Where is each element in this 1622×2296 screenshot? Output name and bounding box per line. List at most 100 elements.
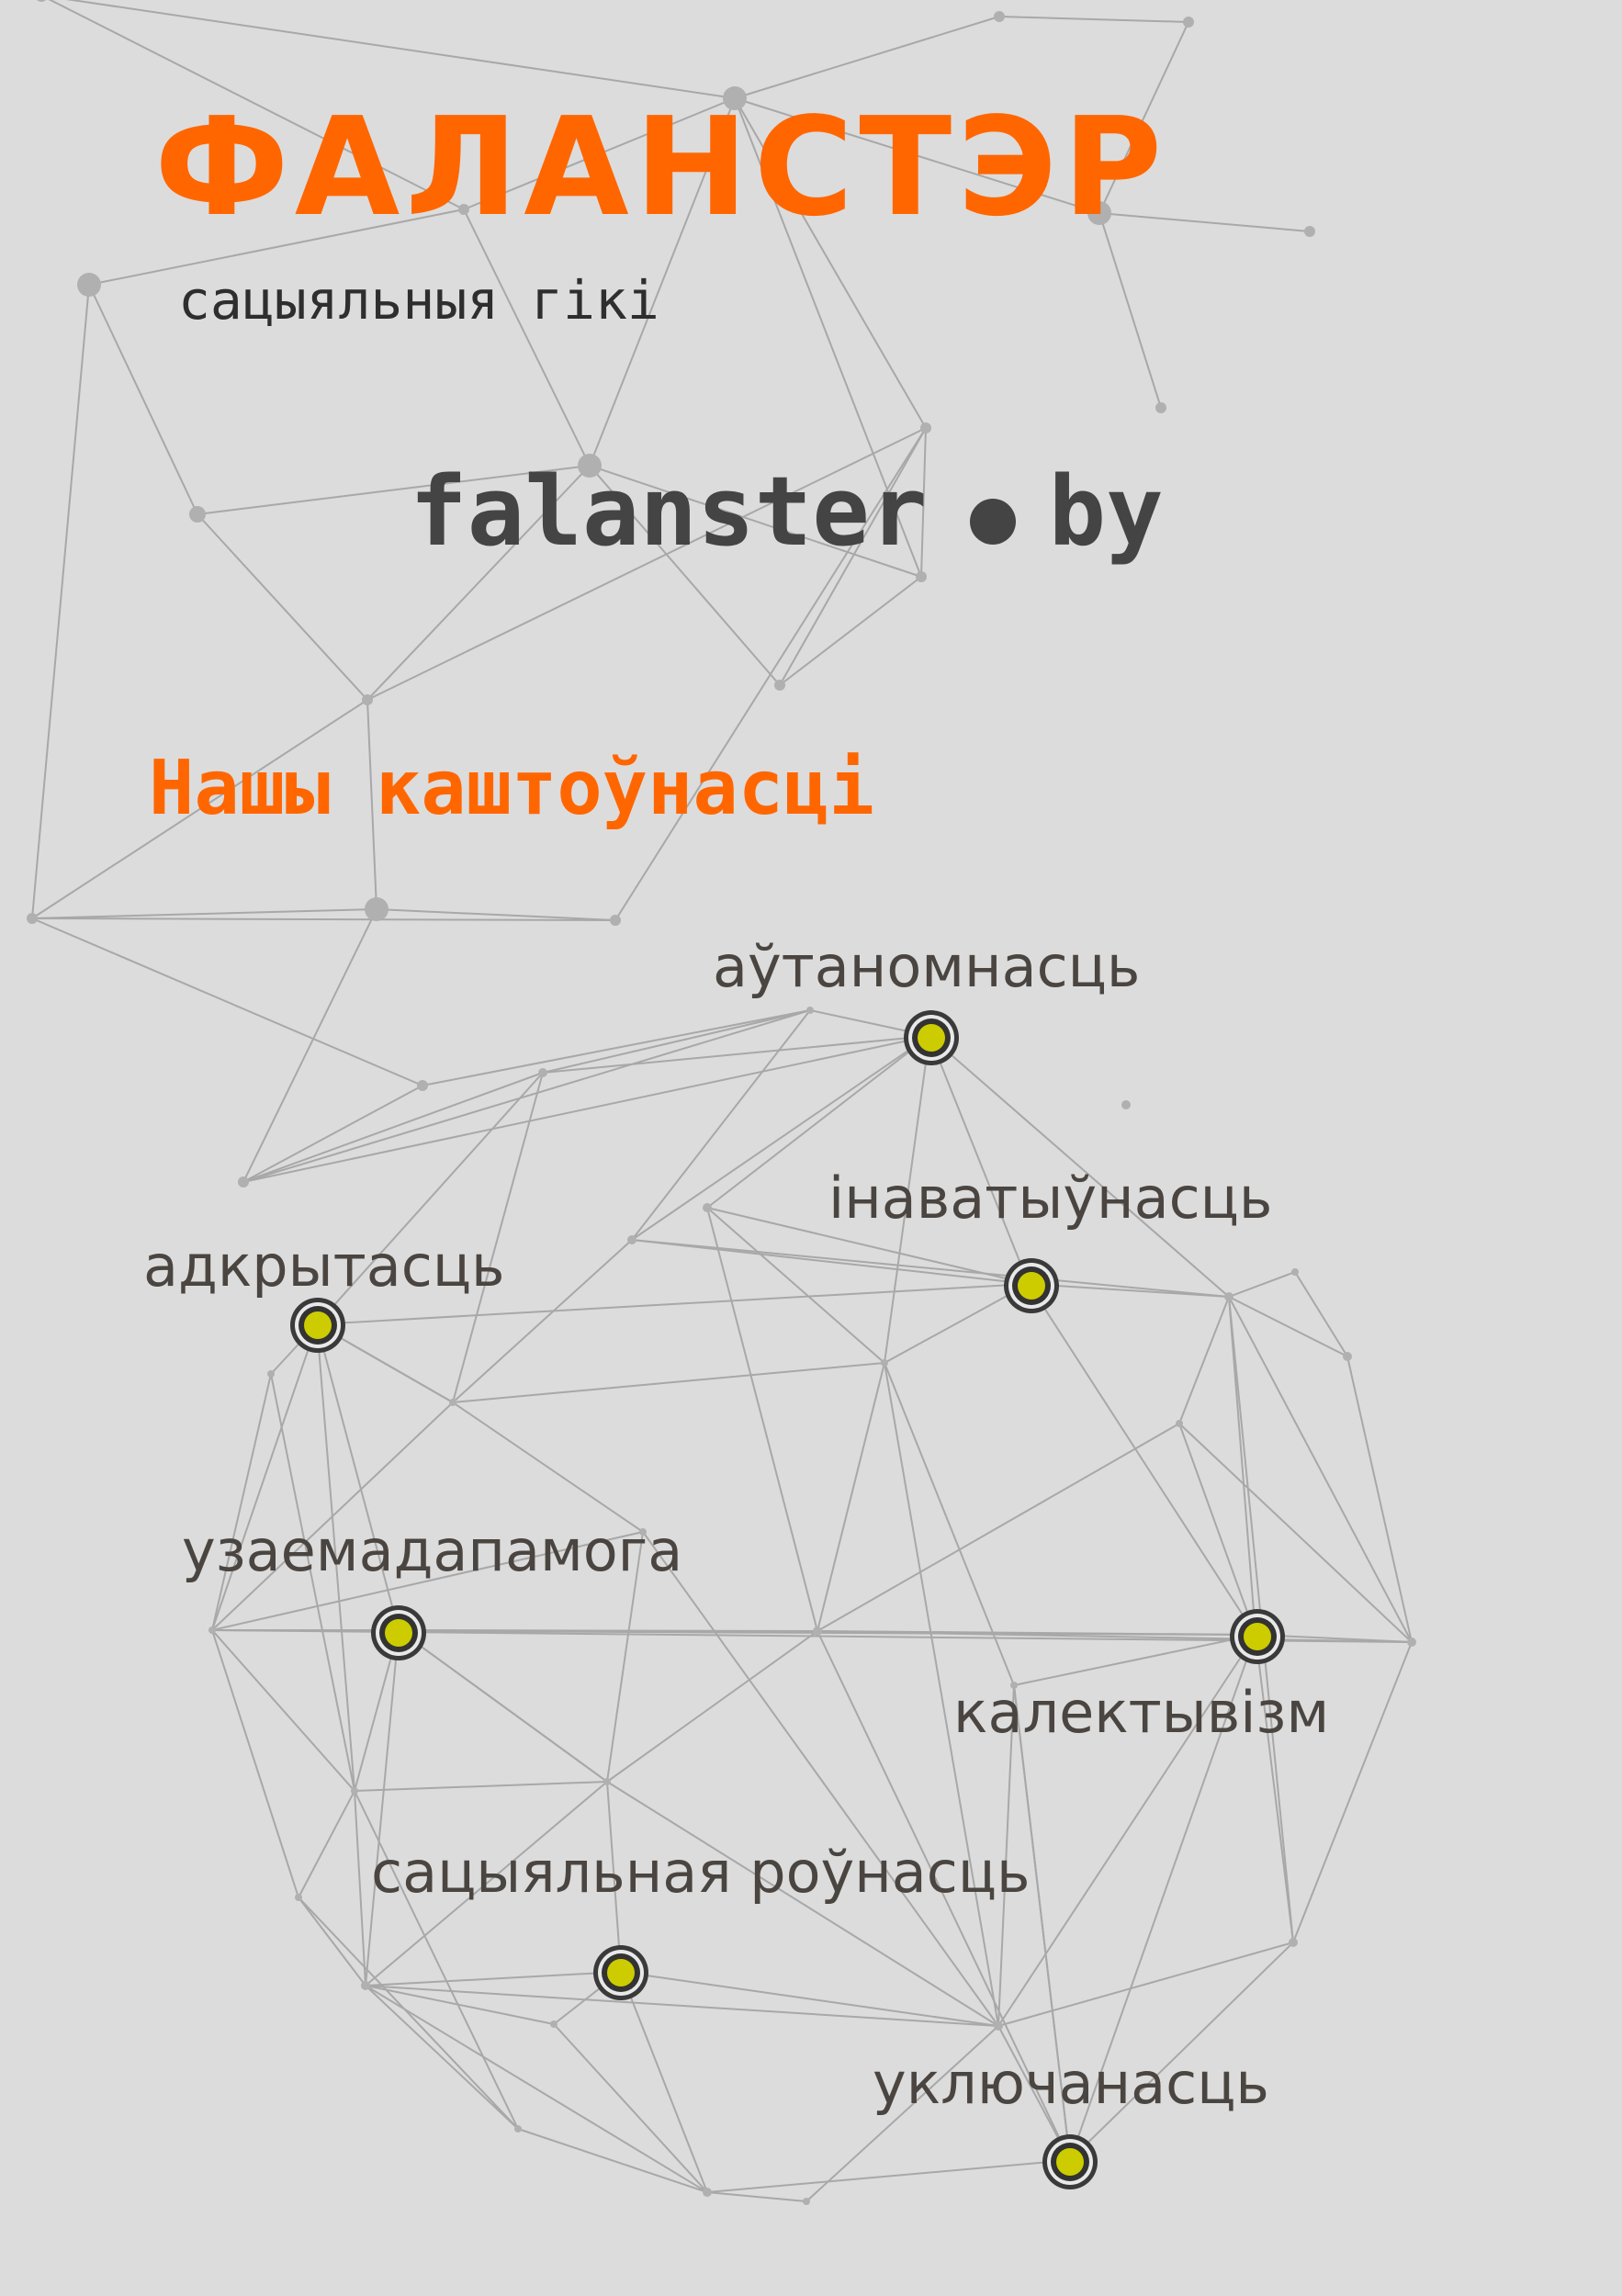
- graph-edge: [242, 1085, 423, 1183]
- graph-edge: [354, 1781, 608, 1792]
- values-heading: Нашы каштоўнасці: [149, 745, 874, 832]
- graph-edge: [398, 1629, 608, 1783]
- graph-edge: [31, 284, 90, 919]
- graph-edge: [298, 1896, 519, 2130]
- graph-edge: [817, 1423, 1180, 1632]
- graph-edge: [997, 1941, 1294, 2027]
- graph-node: [806, 1007, 814, 1014]
- graph-node: [238, 1176, 249, 1187]
- value-node: [1230, 1609, 1285, 1664]
- graph-edge: [398, 1629, 818, 1632]
- graph-node: [27, 913, 38, 924]
- graph-node: [774, 680, 785, 691]
- value-node: [904, 1010, 959, 1065]
- graph-edge: [620, 1971, 999, 2027]
- graph-edge: [31, 917, 616, 921]
- graph-node: [295, 1894, 302, 1901]
- graph-edge: [929, 1035, 1030, 1285]
- graph-edge: [706, 2159, 1071, 2193]
- graph-node: [514, 2125, 522, 2133]
- graph-edge: [298, 1896, 366, 1986]
- graph-edge: [211, 1373, 272, 1631]
- graph-edge: [1178, 1423, 1413, 1643]
- graph-edge: [463, 208, 591, 467]
- graph-edge: [242, 1009, 811, 1183]
- graph-edge: [1028, 1283, 1256, 1636]
- brand-title: ФАЛАНСТЭР: [154, 88, 1168, 246]
- graph-node: [37, 0, 46, 2]
- graph-node: [703, 1203, 712, 1212]
- graph-node: [1121, 1100, 1131, 1109]
- value-node: [290, 1298, 345, 1353]
- graph-node: [1291, 1268, 1299, 1276]
- graph-edge: [998, 16, 1189, 23]
- graph-edge: [631, 1239, 1030, 1285]
- graph-node: [603, 1778, 611, 1785]
- value-label-mutual-aid: узаемадапамога: [182, 1517, 683, 1584]
- graph-edge: [376, 908, 616, 921]
- value-node: [371, 1605, 426, 1660]
- graph-node: [189, 506, 206, 523]
- graph-node: [449, 1399, 456, 1406]
- graph-node: [351, 1787, 358, 1795]
- graph-node: [1304, 226, 1315, 237]
- graph-node: [920, 422, 931, 433]
- graph-node: [1289, 1938, 1298, 1947]
- graph-edge: [706, 1207, 818, 1632]
- graph-node: [1407, 1638, 1416, 1647]
- value-label-openness: адкрытасць: [143, 1232, 505, 1300]
- value-node: [1042, 2134, 1098, 2189]
- graph-node: [627, 1235, 636, 1244]
- graph-edge: [354, 1790, 366, 1986]
- graph-node: [1176, 1420, 1183, 1427]
- graph-edge: [365, 1985, 708, 2193]
- graph-edge: [1178, 1296, 1230, 1424]
- graph-edge: [706, 2191, 807, 2202]
- website-dot-icon: [969, 499, 1016, 545]
- graph-edge: [817, 1362, 885, 1632]
- graph-edge: [452, 1401, 644, 1533]
- value-node: [1004, 1258, 1059, 1313]
- graph-edge: [211, 1629, 355, 1792]
- graph-edge: [1228, 1296, 1413, 1643]
- graph-edge: [631, 1239, 1230, 1298]
- value-label-innovation: інаватыўнасць: [828, 1165, 1273, 1232]
- graph-node: [550, 2020, 558, 2028]
- graph-edge: [211, 1323, 318, 1631]
- value-label-collectivism: калектывізм: [953, 1679, 1330, 1746]
- graph-node: [77, 273, 101, 297]
- graph-edge: [631, 1009, 811, 1241]
- graph-node: [813, 1626, 822, 1636]
- graph-edge: [31, 908, 377, 919]
- graph-node: [1343, 1352, 1352, 1361]
- network-graph: [27, 0, 1416, 2205]
- graph-edge: [452, 1362, 885, 1403]
- graph-edge: [365, 1971, 622, 1986]
- website-name: falanster: [410, 456, 928, 568]
- graph-edge: [31, 917, 423, 1086]
- graph-edge: [1228, 1296, 1256, 1636]
- graph-node: [365, 897, 389, 921]
- graph-edge: [211, 1629, 299, 1898]
- graph-edge: [365, 1629, 400, 1986]
- graph-node: [538, 1068, 547, 1077]
- graph-edge: [542, 1035, 930, 1074]
- graph-node: [208, 1626, 216, 1634]
- graph-edge: [1346, 1356, 1413, 1643]
- graph-edge: [1228, 1271, 1296, 1298]
- graph-node: [1183, 17, 1194, 28]
- brand-tagline: сацыяльныя гікі: [178, 269, 659, 332]
- graph-edge: [65, 0, 736, 99]
- graph-edge: [211, 1401, 454, 1631]
- graph-edge: [242, 1035, 930, 1183]
- website-tld: by: [1048, 456, 1164, 568]
- graph-edge: [197, 513, 368, 701]
- graph-node: [703, 2188, 712, 2197]
- graph-edge: [779, 576, 922, 686]
- graph-edge: [1013, 1634, 1256, 1686]
- graph-node: [1224, 1292, 1233, 1301]
- graph-node: [916, 571, 927, 582]
- graph-edge: [734, 16, 1000, 99]
- poster: ФАЛАНСТЭР сацыяльныя гікі falanster by Н…: [0, 0, 1622, 2296]
- graph-edge: [365, 1985, 519, 2130]
